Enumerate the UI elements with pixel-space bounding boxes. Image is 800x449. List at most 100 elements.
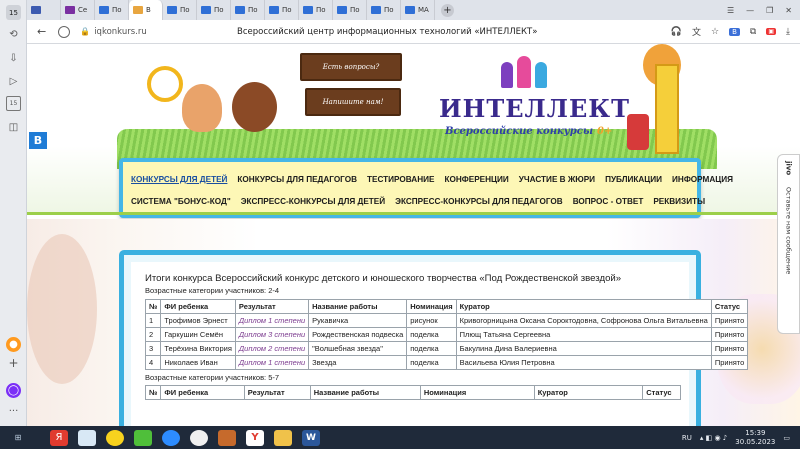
word-icon[interactable]: W [302,429,320,446]
table-cell: поделка [406,355,457,370]
downloads-icon[interactable]: ⇩ [6,51,21,66]
app-icon[interactable]: ● [6,337,21,352]
green-divider [27,212,800,215]
browser-tab[interactable]: В [129,0,163,20]
table-row: 2 Гаркушин Семён Диплом 3 степени Рождестве… [144,327,749,342]
nav-row-1: КОНКУРСЫ ДЛЯ ДЕТЕЙ КОНКУРСЫ ДЛЯ ПЕДАГОГОВ… [131,169,733,189]
table-cell[interactable]: Диплом 1 степени [234,355,310,370]
tray-icons[interactable]: ▴ ◧ ◉ ♪ [700,434,727,442]
boy-illustration [182,84,222,132]
yandex-protect-icon[interactable] [58,25,71,38]
media-icon[interactable]: ▷ [6,74,21,89]
column-header: Номинация [419,385,535,400]
eye-app-icon[interactable] [190,429,208,446]
counter-icon[interactable]: 15 [6,96,21,111]
nav-item[interactable]: ПУБЛИКАЦИИ [605,175,662,184]
url-text[interactable]: iqkonkurs.ru [94,27,147,37]
browser-tab[interactable]: По [95,0,129,20]
start-icon[interactable]: ⊞ [8,430,28,446]
column-header: Результат [243,385,311,400]
questions-sign[interactable]: Есть вопросы? [300,53,402,81]
clock[interactable]: 15:39 30.05.2023 [735,429,775,447]
jivo-message-label: Оставьте нам сообщение [784,187,793,275]
translate-icon[interactable]: 文 [692,25,701,38]
browser-tab[interactable]: МА [401,0,435,20]
vk-share-icon[interactable]: B [29,132,47,149]
adblock-icon[interactable]: ▣ [766,28,777,35]
restore-icon[interactable]: ❐ [766,6,773,15]
screenshot-icon[interactable]: ◫ [6,120,21,135]
minimize-icon[interactable]: — [746,6,754,15]
table-cell: Бакулина Дина Валериевна [455,341,712,356]
notifications-icon[interactable]: ▭ [783,434,790,442]
vk-icon[interactable]: В [729,27,740,36]
table-cell: поделка [406,341,457,356]
nav-item[interactable]: ВОПРОС - ОТВЕТ [573,197,644,206]
language-indicator[interactable]: RU [682,434,692,442]
more-icon[interactable]: ··· [6,404,21,419]
browser-tab[interactable]: По [231,0,265,20]
write-us-sign[interactable]: Напишите нам! [305,88,401,116]
nav-item[interactable]: ТЕСТИРОВАНИЕ [367,175,434,184]
game-app-icon[interactable] [218,429,236,446]
browser-tab[interactable]: Се [61,0,95,20]
column-header: Название работы [309,385,421,400]
browser-tab[interactable]: По [163,0,197,20]
windows-taskbar: ⊞ Я Y W RU ▴ ◧ ◉ ♪ 15:39 30.05.2023 ▭ [0,426,800,449]
girl-illustration [232,82,277,132]
jivo-chat-widget[interactable]: jivo Оставьте нам сообщение [777,154,800,334]
yandex-browser-icon[interactable]: Я [50,429,68,446]
headphones-icon[interactable]: 🎧 [671,27,682,37]
browser-tab[interactable]: По [197,0,231,20]
browser-tab[interactable]: По [367,0,401,20]
extensions-icon[interactable]: ⧉ [750,27,756,37]
nav-item[interactable]: КОНФЕРЕНЦИИ [444,175,508,184]
table-cell[interactable]: Диплом 3 степени [234,327,310,342]
taskbar-app-icon[interactable] [106,429,124,446]
table-cell: Кривогорницына Оксана Сороктодовна, Софр… [455,313,712,328]
file-explorer-icon[interactable] [274,429,292,446]
bookmark-icon[interactable]: ☆ [711,27,719,37]
browser-tab[interactable] [27,0,61,20]
browser-tab[interactable]: По [265,0,299,20]
nav-item[interactable]: СИСТЕМА "БОНУС-КОД" [131,197,231,206]
column-header: Статус [710,299,749,314]
yandex-icon[interactable]: Y [246,429,264,446]
browser-tab[interactable]: По [299,0,333,20]
back-icon[interactable]: ← [37,25,46,38]
results-table-1: № ФИ ребенка Результат Название работы Номин… [144,299,749,370]
jivo-brand: jivo [784,161,793,176]
history-icon[interactable]: ⟲ [6,27,21,42]
nav-item[interactable]: УЧАСТИЕ В ЖЮРИ [519,175,595,184]
download-icon[interactable]: ⤓ [786,27,790,37]
nav-item[interactable]: ИНФОРМАЦИЯ [672,175,733,184]
add-icon[interactable]: + [6,355,21,370]
logo-figures [495,56,555,92]
screenshot-app-icon[interactable] [78,429,96,446]
table-cell: "Волшебная звезда" [308,341,408,356]
column-header: Куратор [455,299,712,314]
tab-list-icon[interactable]: ☰ [727,6,734,15]
table-cell: Васильева Юлия Петровна [455,355,712,370]
column-header: № [144,385,162,400]
column-header: № [144,299,162,314]
table-cell[interactable]: Диплом 2 степени [234,341,310,356]
lock-icon[interactable]: 🔒 [80,27,90,36]
browser-tab[interactable]: По [333,0,367,20]
alice-icon[interactable]: ◯ [6,383,21,398]
results-title: Итоги конкурса Всероссийский конкурс дет… [145,273,622,284]
tab-count-badge[interactable]: 15 [6,5,21,20]
new-tab-button[interactable]: + [441,3,454,17]
table-cell[interactable]: Диплом 1 степени [234,313,310,328]
logo-text[interactable]: ИНТЕЛЛЕКТ [439,94,630,123]
nav-item[interactable]: КОНКУРСЫ ДЛЯ ПЕДАГОГОВ [237,175,357,184]
close-window-icon[interactable]: ✕ [785,6,792,15]
nav-item[interactable]: ЭКСПРЕСС-КОНКУРСЫ ДЛЯ ПЕДАГОГОВ [395,197,563,206]
nav-item[interactable]: ЭКСПРЕСС-КОНКУРСЫ ДЛЯ ДЕТЕЙ [241,197,385,206]
table-cell: рисунок [406,313,457,328]
zoom-icon[interactable] [162,429,180,446]
nav-item[interactable]: КОНКУРСЫ ДЛЯ ДЕТЕЙ [131,175,227,184]
nav-item[interactable]: РЕКВИЗИТЫ [653,197,705,206]
table-header-row: № ФИ ребенка Результат Название работы Номин… [144,385,681,400]
torrent-icon[interactable] [134,429,152,446]
